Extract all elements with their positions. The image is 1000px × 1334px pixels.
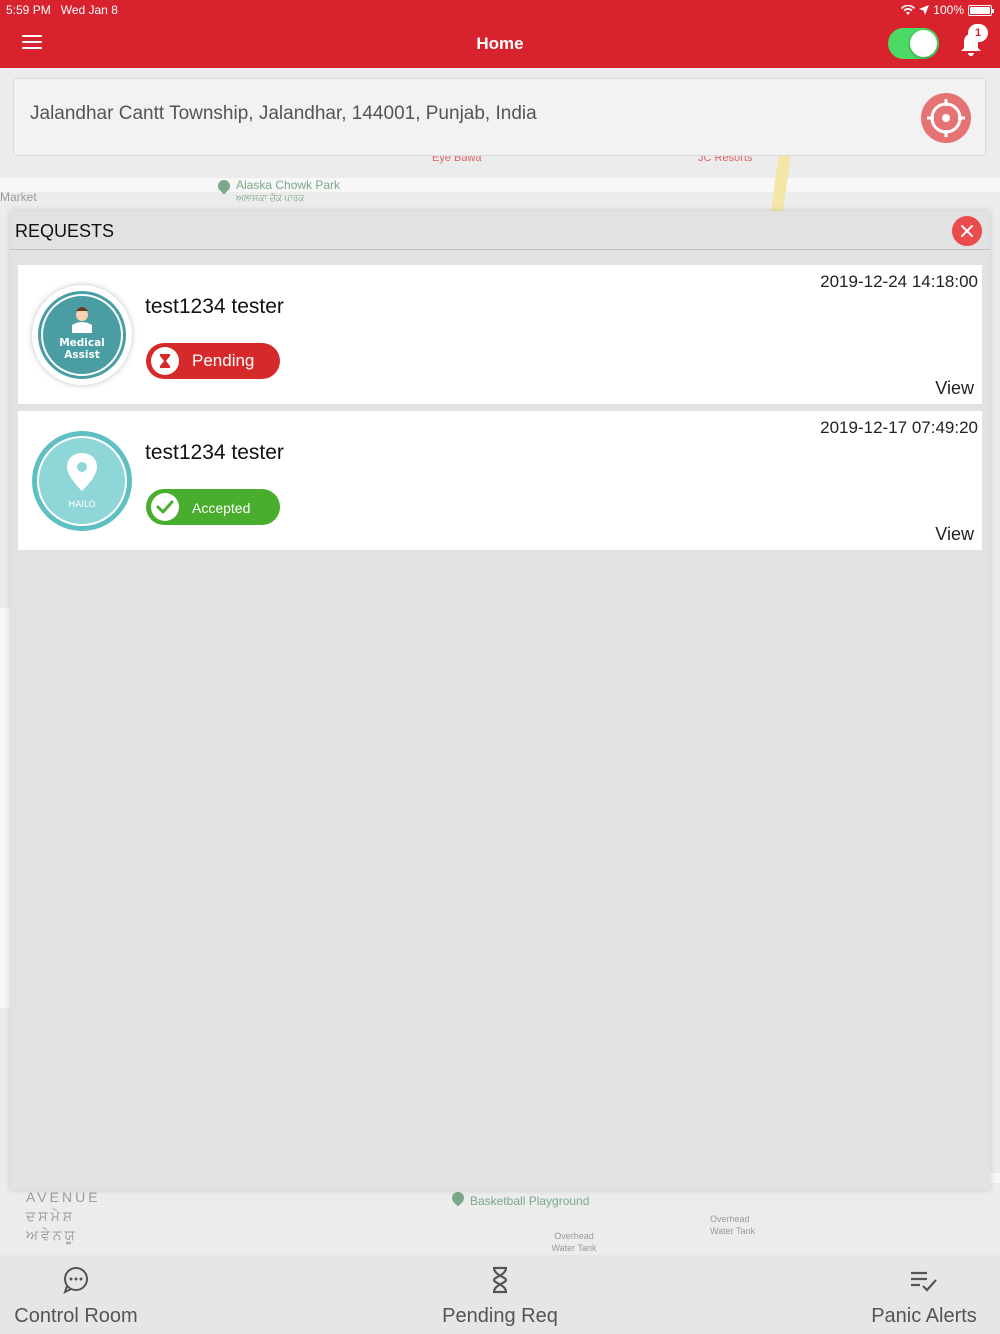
request-date: 2019-12-17 07:49:20: [820, 418, 978, 437]
tab-panic-alerts[interactable]: Panic Alerts: [852, 1255, 996, 1334]
badge-text-hailo: HAILO: [68, 500, 95, 510]
requests-panel: REQUESTS Medical Assist test1234 tester …: [10, 211, 990, 1190]
availability-toggle[interactable]: [888, 28, 939, 59]
close-icon: [961, 225, 973, 237]
toggle-knob: [910, 30, 937, 57]
status-time: 5:59 PM Wed Jan 8: [6, 3, 118, 17]
map-label-overhead-1: Overhead Water Tank: [710, 1214, 756, 1236]
requests-title: REQUESTS: [15, 221, 115, 241]
view-link[interactable]: View: [935, 524, 974, 545]
tab-label: Control Room: [14, 1305, 138, 1327]
chat-icon: [63, 1267, 88, 1294]
tab-control-room[interactable]: Control Room: [0, 1255, 152, 1334]
tab-label: Panic Alerts: [871, 1305, 977, 1327]
status-label: Pending: [192, 351, 255, 370]
playground-pin: [449, 1189, 467, 1207]
request-date: 2019-12-24 14:18:00: [820, 272, 978, 291]
status-bar: 5:59 PM Wed Jan 8 100%: [0, 0, 1000, 20]
map-label-market: Market: [0, 190, 37, 204]
hourglass-icon: [151, 347, 179, 375]
map-label-basketball: Basketball Playground: [470, 1194, 590, 1208]
tab-label: Pending Req: [442, 1305, 558, 1327]
map-label-overhead-2: Overhead Water Tank: [551, 1231, 597, 1253]
map-label-alaska-punjabi: ਅਲਾਸਕਾ ਚੌਕ ਪਾਰਕ: [236, 193, 305, 203]
notification-badge: 1: [968, 24, 988, 42]
hourglass-icon: [492, 1266, 508, 1294]
battery-icon: [968, 4, 994, 16]
hailo-badge: HAILO: [32, 431, 132, 531]
requester-name: test1234 tester: [145, 441, 284, 464]
check-icon: [151, 493, 179, 521]
status-badge: Accepted: [146, 489, 280, 525]
battery-percent: 100%: [933, 3, 964, 17]
bottom-tab-bar: Control Room Pending Req Panic Alerts: [0, 1255, 1000, 1334]
checklist-icon: [911, 1271, 937, 1292]
map-label-alaska: Alaska Chowk Park: [236, 178, 341, 192]
location-arrow-icon: [919, 5, 930, 15]
crosshair-icon: [927, 99, 965, 137]
address-text: Jalandhar Cantt Township, Jalandhar, 144…: [30, 103, 537, 124]
status-badge: Pending: [146, 343, 280, 379]
address-field[interactable]: Jalandhar Cantt Township, Jalandhar, 144…: [13, 78, 986, 156]
status-label: Accepted: [192, 500, 251, 516]
app-header: Home: [0, 20, 1000, 68]
request-card[interactable]: Medical Assist test1234 tester 2019-12-2…: [18, 265, 982, 404]
close-button[interactable]: [952, 216, 982, 246]
badge-text-assist: Assist: [64, 349, 100, 361]
wifi-icon: [901, 4, 916, 15]
tab-pending-req[interactable]: Pending Req: [420, 1255, 580, 1334]
request-card[interactable]: HAILO test1234 tester 2019-12-17 07:49:2…: [18, 411, 982, 550]
requests-header: REQUESTS: [10, 211, 990, 250]
map-label-avenue: AVENUE ਦਸਮੇਸ਼ ਅਵੇਨਯੂ: [26, 1189, 101, 1243]
view-link[interactable]: View: [935, 378, 974, 399]
page-title: Home: [476, 34, 524, 53]
badge-text-medical: Medical: [59, 337, 105, 349]
locate-button[interactable]: [921, 93, 971, 143]
requester-name: test1234 tester: [145, 295, 284, 318]
medical-assist-badge: Medical Assist: [32, 285, 132, 385]
